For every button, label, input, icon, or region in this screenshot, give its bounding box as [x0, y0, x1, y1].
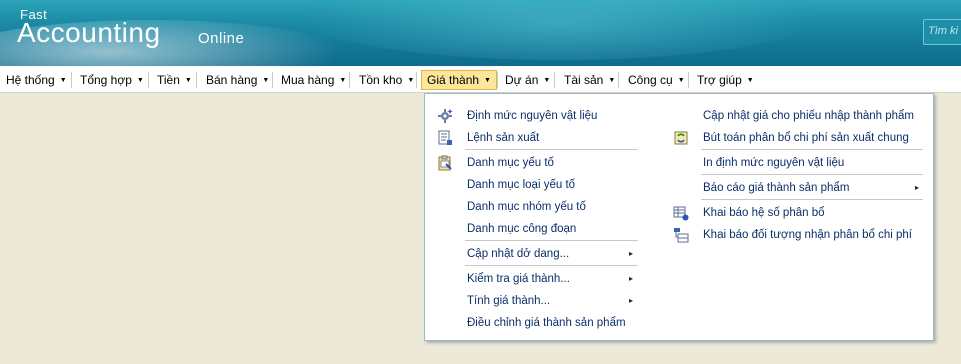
- menu-divider: [272, 72, 273, 88]
- menu-divider: [618, 72, 619, 88]
- menu-divider: [688, 72, 689, 88]
- menu-divider: [349, 72, 350, 88]
- tree-table-icon: [674, 228, 689, 243]
- clipboard-icon: [438, 155, 452, 171]
- menu-tai-san[interactable]: Tài sản ▼: [558, 70, 621, 90]
- menu-item-dieu-chinh-gia-thanh[interactable]: Điều chỉnh giá thành sản phẩm: [435, 313, 645, 333]
- menu-item-label: Danh mục yếu tố: [467, 157, 554, 169]
- header-decoration-2: [300, 0, 820, 60]
- menu-item-khai-bao-doi-tuong[interactable]: Khai báo đối tượng nhận phân bổ chi phí: [671, 225, 921, 245]
- search-input[interactable]: Tìm ki: [923, 19, 961, 45]
- menu-du-an[interactable]: Dự án ▼: [499, 70, 556, 90]
- chevron-down-icon: ▼: [184, 77, 192, 84]
- menu-divider: [148, 72, 149, 88]
- menu-item-danh-muc-cong-doan[interactable]: Danh mục công đoạn: [435, 219, 645, 239]
- menu-label: Tiền: [157, 73, 180, 87]
- menu-item-khai-bao-he-so[interactable]: Khai báo hệ số phân bổ: [671, 203, 921, 223]
- menu-ton-kho[interactable]: Tồn kho ▼: [353, 70, 420, 90]
- menu-item-danh-muc-yeu-to[interactable]: Danh mục yếu tố: [435, 153, 645, 173]
- submenu-arrow-icon: ▸: [629, 249, 634, 258]
- chevron-down-icon: ▼: [59, 77, 67, 84]
- menu-tong-hop[interactable]: Tổng hợp ▼: [74, 70, 150, 90]
- menu-item-in-dinh-muc-nvl[interactable]: In định mức nguyên vật liệu: [671, 153, 921, 173]
- menu-item-cap-nhat-gia-phieu-nhap[interactable]: Cập nhật giá cho phiếu nhập thành phẩm: [671, 106, 921, 126]
- menu-label: Tổng hợp: [80, 73, 132, 87]
- menu-item-label: Danh mục công đoạn: [467, 223, 577, 235]
- menu-label: Công cụ: [628, 73, 673, 87]
- menu-divider: [71, 72, 72, 88]
- menu-item-cap-nhat-do-dang[interactable]: Cập nhật dở dang... ▸: [435, 244, 638, 264]
- gear-sparkle-icon: [438, 109, 453, 123]
- menu-label: Trợ giúp: [697, 73, 742, 87]
- submenu-arrow-icon: ▸: [629, 296, 634, 305]
- menu-item-label: Bút toán phân bổ chi phí sản xuất chung: [703, 132, 909, 144]
- menu-item-lenh-san-xuat[interactable]: Lệnh sản xuất: [435, 128, 645, 148]
- menu-item-label: Điều chỉnh giá thành sản phẩm: [467, 317, 626, 329]
- menu-item-label: Báo cáo giá thành sản phẩm: [703, 182, 850, 194]
- submenu-arrow-icon: ▸: [915, 183, 920, 192]
- main-menubar: Hệ thống ▼ Tổng hợp ▼ Tiền ▼ Bán hàng ▼ Mua …: [0, 66, 961, 93]
- menu-label: Tài sản: [564, 73, 604, 87]
- menu-divider: [416, 72, 417, 88]
- submenu-arrow-icon: ▸: [629, 274, 634, 283]
- menu-divider: [554, 72, 555, 88]
- menu-item-label: Cập nhật dở dang...: [467, 248, 570, 260]
- chevron-down-icon: ▼: [543, 77, 551, 84]
- gia-thanh-dropdown-menu: Định mức nguyên vật liệu Lệnh sản xuất D…: [424, 93, 934, 341]
- menu-divider: [497, 72, 498, 88]
- menu-divider: [465, 240, 638, 241]
- menu-item-label: Khai báo đối tượng nhận phân bổ chi phí: [703, 229, 912, 241]
- menu-item-label: Danh mục nhóm yếu tố: [467, 201, 586, 213]
- menu-gia-thanh[interactable]: Giá thành ▼: [421, 70, 497, 90]
- menu-label: Tồn kho: [359, 73, 403, 87]
- menu-item-label: In định mức nguyên vật liệu: [703, 157, 845, 169]
- menu-divider: [465, 265, 638, 266]
- menu-label: Dự án: [505, 73, 539, 87]
- chevron-down-icon: ▼: [484, 77, 491, 84]
- menu-item-but-toan-phan-bo[interactable]: Bút toán phân bổ chi phí sản xuất chung: [671, 128, 921, 148]
- menu-label: Bán hàng: [206, 73, 258, 87]
- menu-label: Giá thành: [427, 73, 480, 87]
- document-list-icon: [438, 130, 452, 145]
- chevron-down-icon: ▼: [608, 77, 616, 84]
- menu-item-label: Định mức nguyên vật liệu: [467, 110, 598, 122]
- menu-ban-hang[interactable]: Bán hàng ▼: [200, 70, 275, 90]
- menu-divider: [701, 199, 923, 200]
- menu-tro-giup[interactable]: Trợ giúp ▼: [691, 70, 760, 90]
- menu-mua-hang[interactable]: Mua hàng ▼: [275, 70, 352, 90]
- menu-label: Mua hàng: [281, 73, 335, 87]
- menu-item-tinh-gia-thanh[interactable]: Tính giá thành... ▸: [435, 291, 638, 311]
- app-header: Fast Accounting Online Tìm ki: [0, 0, 961, 66]
- menu-item-bao-cao-gia-thanh[interactable]: Báo cáo giá thành sản phẩm ▸: [671, 178, 921, 198]
- menu-divider: [465, 149, 638, 150]
- chevron-down-icon: ▼: [677, 77, 685, 84]
- menu-cong-cu[interactable]: Công cụ ▼: [622, 70, 691, 90]
- menu-divider: [701, 149, 923, 150]
- menu-label: Hệ thống: [6, 73, 55, 87]
- chevron-down-icon: ▼: [136, 77, 144, 84]
- chevron-down-icon: ▼: [339, 77, 347, 84]
- menu-item-label: Danh mục loại yếu tố: [467, 179, 576, 191]
- menu-tien[interactable]: Tiền ▼: [151, 70, 198, 90]
- table-settings-icon: [673, 206, 689, 221]
- menu-item-dinh-muc-nvl[interactable]: Định mức nguyên vật liệu: [435, 106, 645, 126]
- chevron-down-icon: ▼: [407, 77, 415, 84]
- menu-he-thong[interactable]: Hệ thống ▼: [0, 70, 73, 90]
- refresh-doc-icon: [674, 131, 688, 145]
- logo-online-text: Online: [198, 30, 245, 47]
- menu-item-danh-muc-loai-yeu-to[interactable]: Danh mục loại yếu tố: [435, 175, 645, 195]
- menu-item-label: Khai báo hệ số phân bổ: [703, 207, 825, 219]
- chevron-down-icon: ▼: [262, 77, 270, 84]
- menu-item-label: Cập nhật giá cho phiếu nhập thành phẩm: [703, 110, 914, 122]
- menu-divider: [701, 174, 923, 175]
- menu-divider: [196, 72, 197, 88]
- menu-item-label: Kiểm tra giá thành...: [467, 273, 570, 285]
- chevron-down-icon: ▼: [746, 77, 754, 84]
- menu-item-danh-muc-nhom-yeu-to[interactable]: Danh mục nhóm yếu tố: [435, 197, 645, 217]
- menu-item-label: Tính giá thành...: [467, 295, 551, 307]
- menu-item-label: Lệnh sản xuất: [467, 132, 540, 144]
- menu-item-kiem-tra-gia-thanh[interactable]: Kiểm tra giá thành... ▸: [435, 269, 638, 289]
- logo-accounting-text: Accounting: [17, 17, 161, 48]
